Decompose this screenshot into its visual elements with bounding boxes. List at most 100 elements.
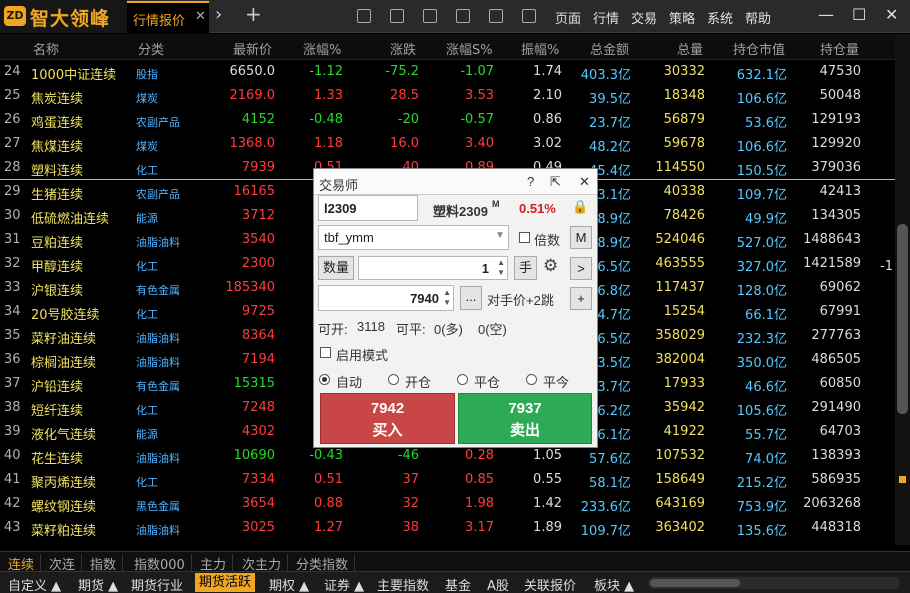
cell-vol: 114550 — [655, 160, 705, 175]
price-mode-label[interactable]: 对手价+2跳 — [487, 290, 554, 309]
user-icon[interactable] — [357, 9, 371, 23]
radio-open[interactable] — [388, 374, 399, 385]
btab-futures-active[interactable]: 期货活跃 — [195, 573, 256, 592]
quantity-button[interactable]: 数量 — [318, 256, 354, 280]
m-button[interactable]: M — [570, 226, 592, 249]
scroll-thumb[interactable] — [897, 224, 908, 414]
col-open-interest[interactable]: 持仓量 — [820, 39, 859, 58]
more-button[interactable]: > — [570, 257, 592, 280]
price-stepper[interactable]: ▲ ▼ — [443, 288, 451, 308]
help-icon[interactable]: ? — [527, 174, 534, 189]
col-change-s-pct[interactable]: 涨幅S% — [446, 39, 493, 58]
cell-vol: 30332 — [663, 64, 705, 79]
close-window-icon[interactable]: ✕ — [885, 5, 898, 24]
grid-icon[interactable] — [456, 9, 470, 23]
tab-close-icon[interactable]: ✕ — [195, 9, 206, 24]
chevron-right-icon[interactable]: › — [215, 4, 222, 25]
cell-chg: -75.2 — [385, 64, 419, 79]
price-input[interactable]: 7940 ▲ ▼ — [318, 285, 454, 311]
cell-pcts: 0.85 — [465, 472, 494, 487]
col-category[interactable]: 分类 — [138, 39, 164, 58]
avail-close-short: 0(空) — [478, 322, 507, 337]
cell-price: 2300 — [241, 256, 275, 271]
minimize-icon[interactable]: — — [818, 5, 834, 24]
lock-icon[interactable]: 🔒 — [572, 199, 588, 215]
price-dots-button[interactable]: ... — [460, 286, 482, 310]
btab-related[interactable]: 关联报价 — [524, 575, 576, 593]
cell-oi: 2063268 — [803, 496, 861, 511]
multiple-checkbox[interactable] — [519, 232, 530, 243]
logo-icon: ZD — [4, 6, 26, 26]
maximize-icon[interactable]: ☐ — [852, 5, 866, 24]
btab-a-shares[interactable]: A股 — [487, 575, 509, 593]
btab-funds[interactable]: 基金 — [445, 575, 471, 593]
cell-cat: 化工 — [136, 404, 158, 417]
radio-auto[interactable] — [319, 374, 330, 385]
btab-options[interactable]: 期权 ▲ — [269, 575, 309, 593]
cell-name: 20号胶连续 — [31, 308, 100, 323]
cell-chg: -46 — [397, 448, 419, 463]
gear-icon[interactable]: ⚙ — [543, 256, 558, 276]
quantity-stepper[interactable]: ▲ ▼ — [497, 258, 505, 278]
col-price[interactable]: 最新价 — [233, 39, 272, 58]
calendar-icon[interactable] — [522, 9, 536, 23]
avail-close-long: 0(多) — [434, 322, 463, 337]
pin-icon[interactable]: ⇱ — [550, 174, 561, 190]
sell-button[interactable]: 7937 卖出 — [458, 393, 592, 444]
layout-icon[interactable] — [489, 9, 503, 23]
symbol-input[interactable]: l2309 — [318, 195, 418, 221]
table-row[interactable]: 26 鸡蛋连续 农副产品 4152 -0.48 -20 -0.57 0.86 23.7亿 5687… — [0, 108, 895, 132]
btab-futures[interactable]: 期货 ▲ — [78, 575, 118, 593]
col-change-pct[interactable]: 涨幅% — [303, 39, 341, 58]
account-select[interactable]: tbf_ymm ▼ — [318, 225, 509, 250]
col-amount[interactable]: 总金额 — [590, 39, 629, 58]
cell-mv: 632.1亿 — [736, 68, 787, 83]
add-tab-icon[interactable]: + — [245, 2, 262, 26]
cell-name: 塑料连续 — [31, 164, 84, 179]
dialog-titlebar[interactable]: 交易师 ? ⇱ ✕ — [314, 169, 597, 195]
radio-close[interactable] — [457, 374, 468, 385]
table-row[interactable]: 24 1000中证连续 股指 6650.0 -1.12 -75.2 -1.07 1.74 403… — [0, 60, 895, 84]
col-position-value[interactable]: 持仓市值 — [733, 39, 785, 58]
menu-help[interactable]: 帮助 — [745, 8, 771, 27]
enable-mode-checkbox[interactable] — [320, 347, 331, 358]
menu-strategy[interactable]: 策略 — [669, 8, 695, 27]
hand-button[interactable]: 手 — [514, 256, 537, 280]
cell-amp: 1.89 — [533, 520, 562, 535]
menu-trade[interactable]: 交易 — [631, 8, 657, 27]
quantity-input[interactable]: 1 ▲ ▼ — [358, 256, 508, 280]
cell-chg: 16.0 — [390, 136, 419, 151]
horizontal-scrollbar[interactable] — [648, 577, 900, 589]
crop-icon[interactable] — [423, 9, 437, 23]
btab-sector[interactable]: 板块 ▲ — [594, 575, 634, 593]
table-row[interactable]: 41 聚丙烯连续 化工 7334 0.51 37 0.85 0.55 58.1亿 158649 21… — [0, 468, 895, 492]
menu-system[interactable]: 系统 — [707, 8, 733, 27]
cell-mv: 53.6亿 — [745, 116, 787, 131]
btab-futures-industry[interactable]: 期货行业 — [131, 575, 183, 593]
menu-page[interactable]: 页面 — [555, 8, 581, 27]
screen-icon[interactable] — [390, 9, 404, 23]
hscroll-thumb[interactable] — [650, 579, 740, 587]
table-row[interactable]: 27 焦煤连续 煤炭 1368.0 1.18 16.0 3.40 3.02 48.2亿 59678… — [0, 132, 895, 156]
plus-button[interactable]: + — [570, 287, 592, 310]
col-amplitude[interactable]: 振幅% — [521, 39, 559, 58]
col-change[interactable]: 涨跌 — [390, 39, 416, 58]
btab-custom[interactable]: 自定义 ▲ — [8, 575, 61, 593]
table-row[interactable]: 42 螺纹钢连续 黑色金属 3654 0.88 32 1.98 1.42 233.6亿 64316… — [0, 492, 895, 516]
col-name[interactable]: 名称 — [33, 39, 59, 58]
tab-quotes[interactable]: 行情报价 ✕ — [127, 1, 209, 33]
vertical-scrollbar[interactable] — [895, 34, 910, 545]
buy-button[interactable]: 7942 买入 — [320, 393, 455, 444]
btab-securities[interactable]: 证券 ▲ — [324, 575, 364, 593]
dialog-close-icon[interactable]: ✕ — [579, 174, 590, 190]
table-row[interactable]: 25 焦炭连续 煤炭 2169.0 1.33 28.5 3.53 2.10 39.5亿 18348… — [0, 84, 895, 108]
cell-pcts: 1.98 — [465, 496, 494, 511]
menu-quotes[interactable]: 行情 — [593, 8, 619, 27]
radio-close-today[interactable] — [526, 374, 537, 385]
cell-name: 菜籽粕连续 — [31, 524, 97, 539]
table-row[interactable]: 43 菜籽粕连续 油脂油料 3025 1.27 38 3.17 1.89 109.7亿 36340… — [0, 516, 895, 540]
cell-name: 螺纹钢连续 — [31, 500, 97, 515]
cell-oi: 138393 — [811, 448, 861, 463]
col-volume[interactable]: 总量 — [677, 39, 703, 58]
btab-main-index[interactable]: 主要指数 — [377, 575, 429, 593]
